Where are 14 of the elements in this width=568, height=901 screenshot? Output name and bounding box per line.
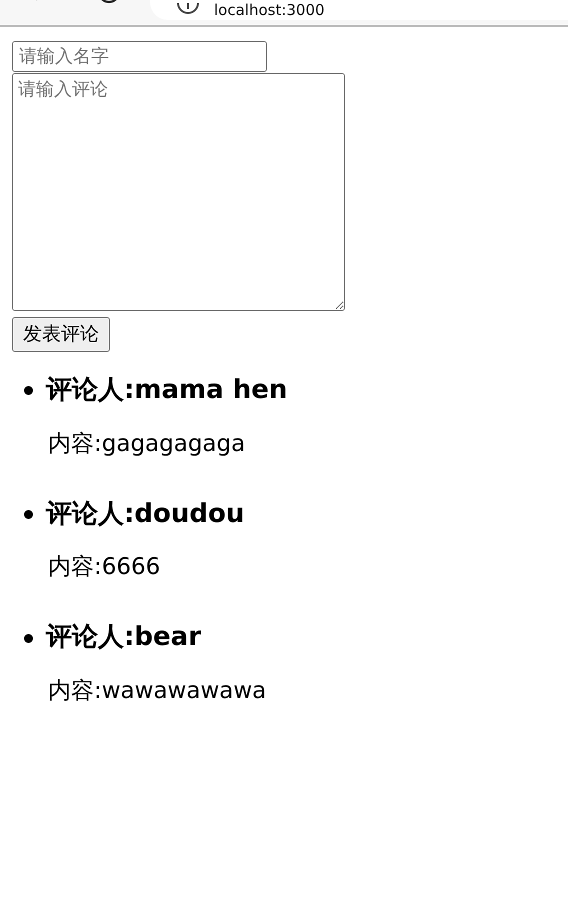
address-bar[interactable]: localhost:3000	[150, 0, 568, 20]
comment-author: 评论人:mama hen	[46, 374, 288, 407]
name-input[interactable]: 请输入名字	[12, 41, 267, 72]
info-icon[interactable]	[176, 3, 200, 17]
comment-author: 评论人:bear	[46, 621, 202, 654]
bullet-icon	[24, 386, 33, 396]
comment-author: 评论人:doudou	[46, 498, 244, 531]
comment-textarea[interactable]: 请输入评论	[12, 73, 345, 311]
bullet-icon	[24, 510, 33, 520]
submit-button[interactable]: 发表评论	[12, 317, 110, 352]
comment-content: 内容:gagagagaga	[48, 430, 246, 459]
bullet-icon	[24, 634, 33, 643]
comment-content: 内容:wawawawawa	[48, 677, 268, 706]
comment-content: 内容:6666	[48, 553, 162, 582]
